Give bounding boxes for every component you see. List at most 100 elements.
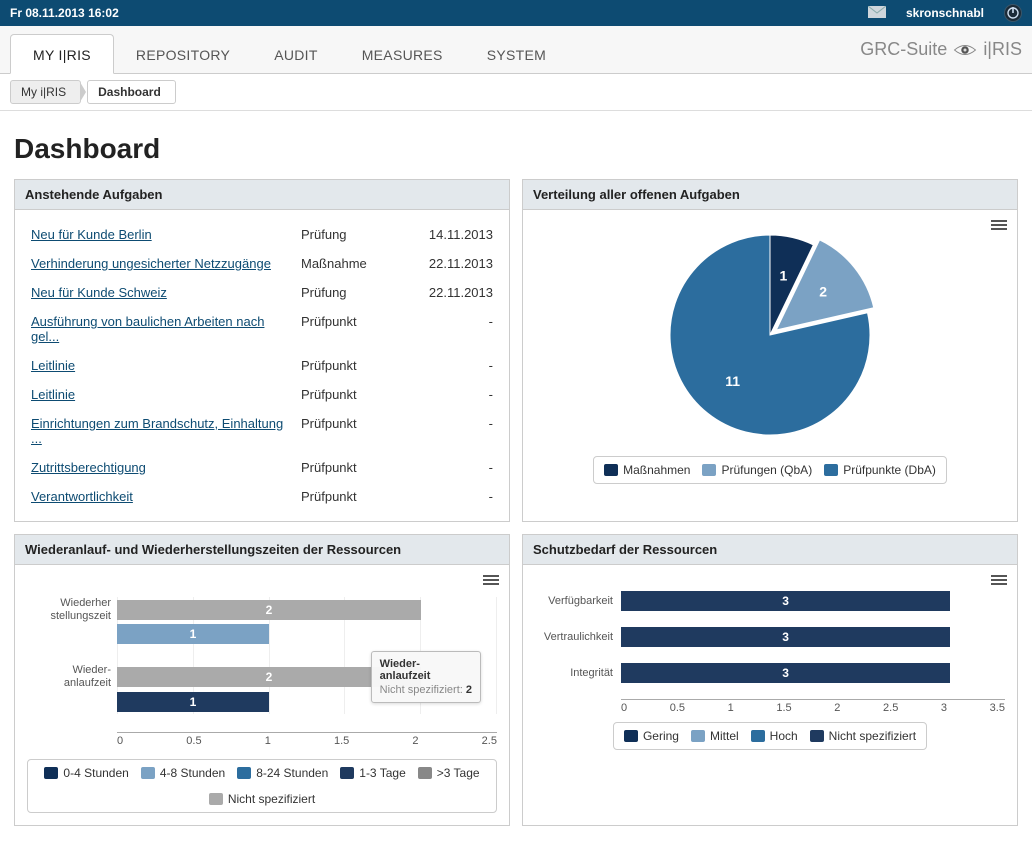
legend-item[interactable]: Nicht spezifiziert <box>810 729 916 743</box>
topbar: Fr 08.11.2013 16:02 skronschnabl <box>0 0 1032 26</box>
task-link[interactable]: Leitlinie <box>31 358 75 373</box>
legend-item[interactable]: Prüfpunkte (DbA) <box>824 463 936 477</box>
bar-segment[interactable]: 1 <box>117 624 269 644</box>
bar-segment[interactable]: 2 <box>117 600 421 620</box>
brand-logo: GRC-Suite i|RIS <box>860 39 1022 60</box>
task-date: - <box>407 409 497 453</box>
tab-measures[interactable]: MEASURES <box>340 35 465 73</box>
task-date: 14.11.2013 <box>407 220 497 249</box>
protection-chart: Verfügbarkeit3Vertraulichkeit3Integrität… <box>535 591 1005 714</box>
pie-chart: 1 2 11 <box>650 230 890 440</box>
task-link[interactable]: Verhinderung ungesicherter Netzzugänge <box>31 256 271 271</box>
pie-slice-label: 1 <box>779 268 787 284</box>
axis-tick: 1.5 <box>334 735 349 747</box>
axis-tick: 1 <box>265 735 271 747</box>
bar-category-label: Verfügbarkeit <box>535 595 621 607</box>
axis-tick: 2.5 <box>482 735 497 747</box>
task-type: Prüfpunkt <box>297 307 407 351</box>
task-type: Prüfung <box>297 220 407 249</box>
legend-item[interactable]: 0-4 Stunden <box>44 766 128 780</box>
task-date: - <box>407 380 497 409</box>
task-link[interactable]: Ausführung von baulichen Arbeiten nach g… <box>31 314 264 344</box>
widget-protection: Schutzbedarf der Ressourcen Verfügbarkei… <box>522 534 1018 826</box>
legend-item[interactable]: 8-24 Stunden <box>237 766 328 780</box>
datetime: Fr 08.11.2013 16:02 <box>10 6 119 20</box>
legend-item[interactable]: >3 Tage <box>418 766 480 780</box>
task-type: Prüfpunkt <box>297 380 407 409</box>
axis-tick: 0.5 <box>186 735 201 747</box>
widget-pie: Verteilung aller offenen Aufgaben 1211 M… <box>522 179 1018 522</box>
chart-menu-icon[interactable] <box>483 573 499 587</box>
tooltip-label: Nicht spezifiziert: <box>380 684 463 696</box>
task-type: Prüfung <box>297 278 407 307</box>
task-date: - <box>407 307 497 351</box>
chart-menu-icon[interactable] <box>991 218 1007 232</box>
bar-segment[interactable]: 3 <box>621 663 950 683</box>
table-row: Neu für Kunde Berlin Prüfung14.11.2013 <box>27 220 497 249</box>
task-link[interactable]: Einrichtungen zum Brandschutz, Einhaltun… <box>31 416 283 446</box>
axis-tick: 2 <box>412 735 418 747</box>
task-date: 22.11.2013 <box>407 249 497 278</box>
legend-item[interactable]: 1-3 Tage <box>340 766 405 780</box>
crumb-current[interactable]: Dashboard <box>87 80 176 104</box>
bar-segment[interactable]: 1 <box>117 692 269 712</box>
axis-tick: 0 <box>621 702 627 714</box>
axis-tick: 1.5 <box>776 702 791 714</box>
table-row: Leitlinie Prüfpunkt- <box>27 380 497 409</box>
task-link[interactable]: Leitlinie <box>31 387 75 402</box>
eye-icon <box>953 41 977 59</box>
widget-recovery: Wiederanlauf- und Wiederherstellungszeit… <box>14 534 510 826</box>
brand-prefix: GRC-Suite <box>860 39 947 60</box>
legend-item[interactable]: Mittel <box>691 729 739 743</box>
task-type: Prüfpunkt <box>297 409 407 453</box>
tasks-table: Neu für Kunde Berlin Prüfung14.11.2013 Ver… <box>27 220 497 511</box>
task-type: Prüfpunkt <box>297 482 407 511</box>
tooltip-value: 2 <box>466 684 472 696</box>
table-row: Zutrittsberechtigung Prüfpunkt- <box>27 453 497 482</box>
task-type: Prüfpunkt <box>297 453 407 482</box>
username[interactable]: skronschnabl <box>906 6 984 20</box>
task-link[interactable]: Zutrittsberechtigung <box>31 460 146 475</box>
protection-legend: Gering Mittel Hoch Nicht spezifiziert <box>613 722 927 750</box>
widget-tasks: Anstehende Aufgaben Neu für Kunde Berlin… <box>14 179 510 522</box>
mail-icon[interactable] <box>868 6 886 21</box>
legend-item[interactable]: Prüfungen (QbA) <box>702 463 812 477</box>
page-title: Dashboard <box>14 133 1018 165</box>
task-date: - <box>407 453 497 482</box>
legend-item[interactable]: 4-8 Stunden <box>141 766 225 780</box>
legend-item[interactable]: Hoch <box>751 729 798 743</box>
bar-segment[interactable]: 3 <box>621 627 950 647</box>
axis-tick: 3 <box>941 702 947 714</box>
tab-my-iris[interactable]: MY I|RIS <box>10 34 114 74</box>
task-type: Maßnahme <box>297 249 407 278</box>
power-icon[interactable] <box>1004 4 1022 22</box>
tab-repository[interactable]: REPOSITORY <box>114 35 252 73</box>
pie-legend: Maßnahmen Prüfungen (QbA) Prüfpunkte (DbA) <box>593 456 947 484</box>
widget-protection-header: Schutzbedarf der Ressourcen <box>523 535 1017 565</box>
task-date: 22.11.2013 <box>407 278 497 307</box>
axis-tick: 3.5 <box>990 702 1005 714</box>
task-link[interactable]: Neu für Kunde Berlin <box>31 227 152 242</box>
main-nav: MY I|RIS REPOSITORY AUDIT MEASURES SYSTE… <box>0 26 1032 74</box>
recovery-legend: 0-4 Stunden 4-8 Stunden 8-24 Stunden 1-3 Ta… <box>27 759 497 813</box>
chart-menu-icon[interactable] <box>991 573 1007 587</box>
task-link[interactable]: Neu für Kunde Schweiz <box>31 285 167 300</box>
tab-system[interactable]: SYSTEM <box>465 35 568 73</box>
bar-category-label: Wieder- anlaufzeit <box>27 664 117 689</box>
axis-tick: 1 <box>728 702 734 714</box>
bar-category-label: Wiederher stellungszeit <box>27 597 117 622</box>
table-row: Einrichtungen zum Brandschutz, Einhaltun… <box>27 409 497 453</box>
legend-item[interactable]: Maßnahmen <box>604 463 690 477</box>
table-row: LeitliniePrüfpunkt- <box>27 351 497 380</box>
tab-audit[interactable]: AUDIT <box>252 35 340 73</box>
task-link[interactable]: Verantwortlichkeit <box>31 489 133 504</box>
bar-category-label: Vertraulichkeit <box>535 631 621 643</box>
crumb-root[interactable]: My i|RIS <box>10 80 81 104</box>
legend-item[interactable]: Gering <box>624 729 679 743</box>
pie-slice-label: 11 <box>725 373 740 389</box>
pie-slice-label: 2 <box>819 284 827 300</box>
legend-item[interactable]: Nicht spezifiziert <box>209 792 315 806</box>
bar-segment[interactable]: 3 <box>621 591 950 611</box>
widget-tasks-header: Anstehende Aufgaben <box>15 180 509 210</box>
brand-suffix: i|RIS <box>983 39 1022 60</box>
